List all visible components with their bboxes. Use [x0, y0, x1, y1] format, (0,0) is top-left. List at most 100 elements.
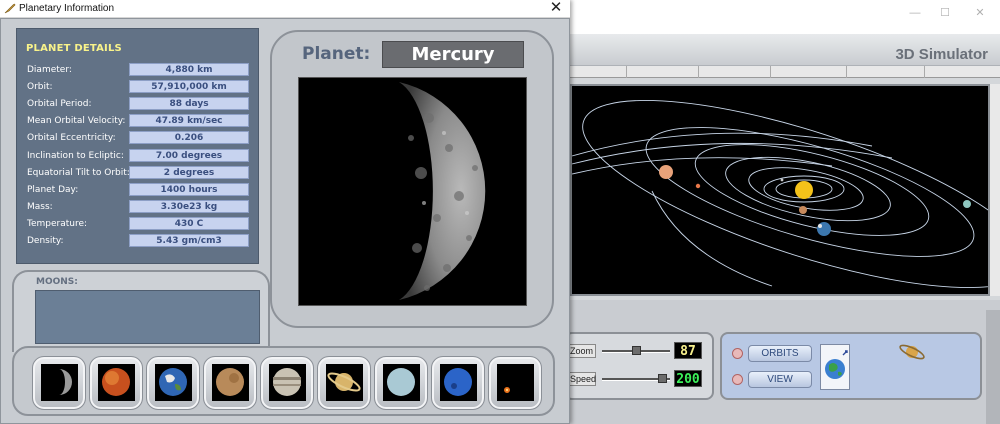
planet-thumb-neptune[interactable]	[431, 356, 485, 410]
planet-thumb-mars[interactable]	[203, 356, 257, 410]
venus-marker-icon[interactable]	[799, 206, 807, 214]
display-options: ORBITS VIEW	[720, 332, 982, 400]
orbits-radio[interactable]	[732, 348, 743, 359]
detail-row-planet-day: Planet Day: 1400 hours	[27, 183, 253, 199]
speed-value-display: 200	[674, 370, 702, 387]
planet-name-display: Mercury	[382, 41, 524, 68]
moons-list[interactable]	[35, 290, 260, 344]
detail-label: Mass:	[27, 202, 53, 212]
planet-thumb-jupiter[interactable]	[260, 356, 314, 410]
neptune-icon	[444, 368, 472, 396]
speed-slider-thumb[interactable]	[658, 374, 667, 383]
detail-value: 57,910,000 km	[129, 80, 249, 93]
simulator-toolbar-strip	[570, 66, 1000, 78]
detail-value: 4,880 km	[129, 63, 249, 76]
simulator-header: 3D Simulator	[570, 34, 1000, 66]
planet-image	[298, 77, 527, 306]
app-feather-icon	[4, 3, 16, 14]
detail-row-temperature: Temperature: 430 C	[27, 217, 253, 233]
venus-icon	[102, 368, 130, 396]
planet-thumb-saturn[interactable]	[317, 356, 371, 410]
detail-label: Inclination to Ecliptic:	[27, 151, 124, 161]
detail-value: 2 degrees	[129, 166, 249, 179]
moons-label: MOONS:	[36, 277, 78, 287]
sun-icon[interactable]	[795, 181, 813, 199]
detail-label: Orbital Period:	[27, 99, 92, 109]
jupiter-marker-icon[interactable]	[659, 165, 673, 179]
view-radio[interactable]	[732, 374, 743, 385]
speed-slider[interactable]	[602, 374, 670, 383]
zoom-speed-controls: Zoom 87 Speed 200	[564, 332, 714, 400]
detail-value: 430 C	[129, 217, 249, 230]
orbit-line-outer	[582, 100, 988, 288]
planet-thumb-pluto[interactable]	[488, 356, 542, 410]
planet-selector	[12, 346, 555, 416]
simulator-right-frame	[986, 310, 1000, 424]
detail-row-mean-orbital-velocity: Mean Orbital Velocity: 47.89 km/sec	[27, 114, 253, 130]
close-button[interactable]: ✕	[965, 4, 995, 22]
detail-row-density: Density: 5.43 gm/cm3	[27, 234, 253, 250]
orbit-line-arc-4	[651, 190, 773, 287]
detail-label: Planet Day:	[27, 185, 79, 195]
zoom-slider[interactable]	[602, 346, 670, 355]
planet-thumb-earth[interactable]	[146, 356, 200, 410]
speed-label: Speed	[566, 372, 596, 386]
detail-label: Orbit:	[27, 82, 53, 92]
simulator-title: 3D Simulator	[895, 46, 988, 63]
planetary-information-dialog: Planetary Information ✕ PLANET DETAILS D…	[0, 0, 570, 424]
orbits-button[interactable]: ORBITS	[748, 345, 812, 362]
zoom-slider-thumb[interactable]	[632, 346, 641, 355]
detail-row-diameter: Diameter: 4,880 km	[27, 63, 253, 79]
earth-icon	[159, 368, 187, 396]
view-scroll-edge	[990, 84, 1000, 296]
detail-row-equatorial-tilt: Equatorial Tilt to Orbit: 2 degrees	[27, 166, 253, 182]
mercury-image-icon	[399, 82, 486, 300]
orbit-diagram	[572, 100, 988, 288]
planet-viewer: Planet: Mercury	[270, 30, 554, 328]
minimize-button[interactable]: —	[900, 4, 930, 22]
globe-button[interactable]	[820, 344, 850, 390]
detail-label: Diameter:	[27, 65, 72, 75]
detail-value: 3.30e23 kg	[129, 200, 249, 213]
detail-row-orbital-period: Orbital Period: 88 days	[27, 97, 253, 113]
earth-marker-icon[interactable]	[817, 222, 831, 236]
mars-marker-icon[interactable]	[695, 183, 701, 189]
saturn-thumb-icon	[327, 372, 361, 392]
zoom-label: Zoom	[566, 344, 596, 358]
detail-value: 47.89 km/sec	[129, 114, 249, 127]
mercury-icon	[59, 369, 72, 395]
planet-label: Planet:	[302, 44, 371, 64]
moons-panel: MOONS:	[12, 270, 270, 352]
dialog-close-button[interactable]: ✕	[548, 0, 564, 16]
pluto-icon	[504, 387, 510, 393]
simulator-window: — ☐ ✕ 3D Simulator Zoom 87 Speed 200 ORB…	[564, 0, 1000, 424]
orbit-line-arc-3	[572, 157, 833, 175]
detail-row-inclination: Inclination to Ecliptic: 7.00 degrees	[27, 149, 253, 165]
planet-thumb-uranus[interactable]	[374, 356, 428, 410]
planet-details-header: PLANET DETAILS	[26, 43, 122, 54]
orbit-line-arc-2	[572, 142, 893, 165]
maximize-button[interactable]: ☐	[930, 4, 960, 22]
detail-value: 7.00 degrees	[129, 149, 249, 162]
detail-label: Temperature:	[27, 219, 88, 229]
detail-label: Density:	[27, 236, 64, 246]
globe-icon	[825, 350, 848, 379]
saturn-icon[interactable]	[898, 340, 926, 364]
jupiter-icon	[273, 368, 301, 396]
detail-row-orbit: Orbit: 57,910,000 km	[27, 80, 253, 96]
planet-thumb-venus[interactable]	[89, 356, 143, 410]
detail-label: Orbital Eccentricity:	[27, 133, 116, 143]
solar-system-view[interactable]	[570, 84, 990, 296]
detail-row-orbital-eccentricity: Orbital Eccentricity: 0.206	[27, 131, 253, 147]
view-button[interactable]: VIEW	[748, 371, 812, 388]
moon-marker-icon	[818, 224, 822, 228]
detail-label: Mean Orbital Velocity:	[27, 116, 126, 126]
uranus-marker-icon[interactable]	[963, 200, 971, 208]
detail-value: 5.43 gm/cm3	[129, 234, 249, 247]
planet-thumb-mercury[interactable]	[32, 356, 86, 410]
detail-value: 0.206	[129, 131, 249, 144]
detail-value: 1400 hours	[129, 183, 249, 196]
detail-value: 88 days	[129, 97, 249, 110]
zoom-value-display: 87	[674, 342, 702, 359]
mercury-marker-icon[interactable]	[780, 178, 784, 182]
